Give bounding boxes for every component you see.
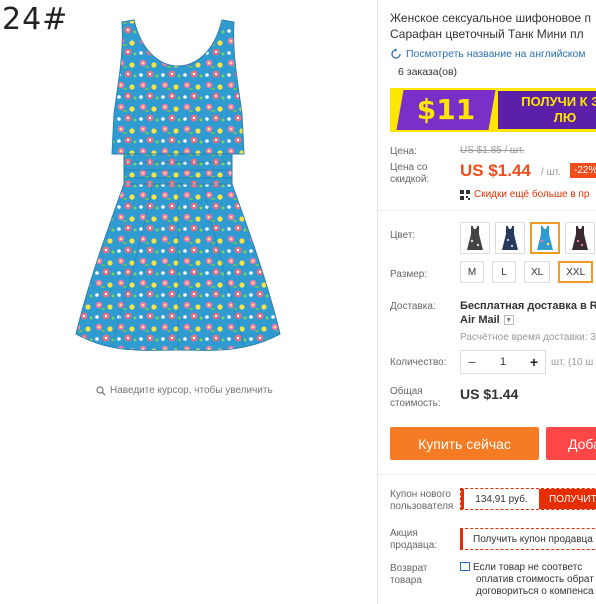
sku-number: 24# — [2, 2, 69, 37]
seller-coupon-button[interactable]: Получить купон продавца — [460, 528, 596, 550]
discount-price-label: Цена со скидкой: — [390, 162, 429, 186]
app-discount-text[interactable]: Скидки ещё больше в пр — [474, 189, 589, 200]
seller-promo-label-line1: Акция — [390, 528, 418, 539]
product-title: Женское сексуальное шифоновое п Сарафан … — [390, 10, 596, 42]
new-user-coupon-label-line1: Купон нового — [390, 489, 451, 500]
dress-thumb-icon — [467, 226, 483, 250]
translate-link-text[interactable]: Посмотреть название на английском — [406, 48, 586, 60]
shipping-title: Бесплатная доставка в Rus — [460, 300, 596, 312]
column-divider — [377, 0, 378, 604]
quantity-input[interactable]: 1 — [500, 356, 506, 368]
returns-policy: Если товар не соответс оплатив стоимость… — [460, 562, 594, 598]
discount-price-label-line2: скидкой: — [390, 174, 430, 185]
new-user-coupon[interactable]: 134,91 руб. ПОЛУЧИТ — [460, 488, 596, 510]
policy-icon — [460, 562, 470, 571]
size-label: Размер: — [390, 269, 428, 280]
quantity-stepper[interactable]: − 1 + — [460, 350, 546, 374]
add-to-cart-button[interactable]: Доба — [546, 427, 596, 460]
price-unit: / шт. — [541, 167, 561, 178]
size-option-xxl[interactable]: XXL — [558, 261, 594, 283]
current-price: US $1.44 — [460, 161, 531, 180]
quantity-label: Количество: — [390, 357, 447, 368]
shipping-label: Доставка: — [390, 301, 436, 312]
shipping-time: Расчётное время доставки: 3 — [460, 332, 596, 343]
banner-price: $11 — [416, 93, 476, 126]
returns-label-line2: товара — [390, 575, 422, 586]
quantity-available: шт. (10 ш — [551, 357, 594, 368]
chevron-down-icon[interactable]: ▼ — [503, 315, 514, 325]
size-options: M L XL XXL — [460, 261, 594, 283]
shipping-method[interactable]: Air Mail — [460, 314, 500, 326]
old-price: US $1.85 / шт. — [460, 145, 525, 156]
dress-thumb-icon — [502, 226, 518, 250]
banner-text: ПОЛУЧИ К ЗА ЛЮ — [521, 94, 596, 125]
color-label: Цвет: — [390, 230, 416, 241]
quantity-decrease-button[interactable]: − — [465, 354, 479, 370]
color-swatch-blue-floral[interactable] — [530, 222, 560, 254]
dress-thumb-icon — [537, 226, 553, 250]
product-title-line1: Женское сексуальное шифоновое п — [390, 11, 592, 25]
seller-promo-label-line2: продавца: — [390, 540, 438, 551]
promo-banner[interactable]: $11 ПОЛУЧИ К ЗА ЛЮ — [390, 88, 596, 132]
color-swatch-dark-floral[interactable] — [565, 222, 595, 254]
magnifier-icon — [96, 385, 106, 395]
product-title-line2: Сарафан цветочный Танк Мини пл — [390, 27, 584, 41]
dress-illustration — [75, 19, 281, 351]
total-label: Общая стоимость: — [390, 386, 441, 410]
app-discount-link[interactable]: Скидки ещё больше в пр — [460, 189, 589, 200]
shipping-method-selector[interactable]: Air Mail ▼ — [460, 314, 514, 326]
color-swatches — [460, 222, 595, 254]
zoom-hint: Наведите курсор, чтобы увеличить — [96, 385, 273, 396]
color-swatch-black-floral[interactable] — [460, 222, 490, 254]
buy-now-button[interactable]: Купить сейчас — [390, 427, 539, 460]
discount-price-label-line1: Цена со — [390, 162, 428, 173]
returns-label-line1: Возврат — [390, 563, 428, 574]
total-price: US $1.44 — [460, 386, 519, 402]
returns-policy-line3: договориться о компенса — [476, 586, 594, 597]
coupon-amount: 134,91 руб. — [461, 489, 539, 509]
product-image[interactable] — [72, 14, 284, 364]
banner-price-block: $11 — [396, 90, 496, 130]
total-label-line2: стоимость: — [390, 398, 441, 409]
zoom-hint-text: Наведите курсор, чтобы увеличить — [110, 385, 273, 396]
size-option-l[interactable]: L — [492, 261, 516, 283]
seller-promo-label: Акция продавца: — [390, 528, 437, 552]
size-option-xl[interactable]: XL — [524, 261, 551, 283]
dress-thumb-icon — [572, 226, 588, 250]
total-label-line1: Общая — [390, 386, 423, 397]
price-label: Цена: — [390, 146, 417, 157]
new-user-coupon-label-line2: пользователя — [390, 501, 454, 512]
orders-count: 6 заказа(ов) — [398, 66, 458, 78]
new-user-coupon-label: Купон нового пользователя — [390, 489, 453, 513]
returns-policy-line1: Если товар не соответс — [473, 562, 583, 573]
quantity-increase-button[interactable]: + — [527, 354, 541, 370]
discount-badge: -22% — [570, 163, 596, 178]
returns-policy-line2: оплатив стоимость обрат — [476, 574, 594, 585]
translate-link[interactable]: Посмотреть название на английском — [390, 48, 586, 60]
color-swatch-navy-floral[interactable] — [495, 222, 525, 254]
refresh-icon — [391, 48, 401, 59]
qr-code-icon — [460, 189, 470, 200]
size-option-m[interactable]: M — [460, 261, 484, 283]
section-divider — [378, 474, 596, 475]
returns-label: Возврат товара — [390, 563, 428, 587]
get-coupon-button[interactable]: ПОЛУЧИТ — [539, 489, 596, 509]
section-divider — [378, 210, 596, 211]
